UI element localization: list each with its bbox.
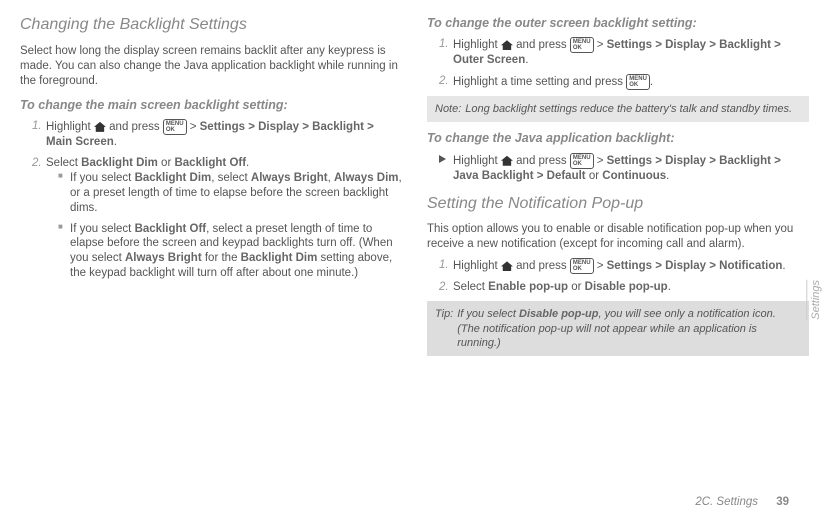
left-column: Changing the Backlight Settings Select h… [20, 15, 402, 362]
tip-label: Tip: [435, 307, 453, 350]
note-box: Note: Long backlight settings reduce the… [427, 96, 809, 122]
section-title-backlight: Changing the Backlight Settings [20, 15, 402, 36]
subsection-java: To change the Java application backlight… [427, 130, 809, 146]
page-footer: 2C. Settings 39 [695, 495, 789, 510]
intro-text: Select how long the display screen remai… [20, 44, 402, 89]
menu-ok-icon: MENUOK [570, 37, 594, 53]
side-tab: Settings [806, 280, 823, 320]
menu-ok-icon: MENUOK [570, 153, 594, 169]
step-2: 2. Select Backlight Dim or Backlight Off… [32, 156, 402, 282]
notif-intro: This option allows you to enable or disa… [427, 222, 809, 252]
substep-a: If you select Backlight Dim, select Alwa… [60, 171, 402, 216]
page-number: 39 [776, 496, 789, 508]
notif-step-1: 1. Highlight and press MENUOK > Settings… [439, 258, 809, 274]
subsection-outer-screen: To change the outer screen backlight set… [427, 15, 809, 31]
step-1: 1. Highlight and press MENUOK > Settings… [32, 119, 402, 150]
right-column: To change the outer screen backlight set… [427, 15, 809, 362]
outer-step-2: 2. Highlight a time setting and press ME… [439, 74, 809, 90]
java-step: Highlight and press MENUOK > Settings > … [427, 153, 809, 184]
note-text: Long backlight settings reduce the batte… [465, 102, 792, 116]
subsection-main-screen: To change the main screen backlight sett… [20, 97, 402, 113]
home-icon [501, 156, 513, 166]
home-icon [501, 40, 513, 50]
notif-step-2: 2. Select Enable pop-up or Disable pop-u… [439, 280, 809, 295]
menu-ok-icon: MENUOK [163, 119, 187, 135]
section-title-notification: Setting the Notification Pop-up [427, 194, 809, 215]
tip-text: If you select Disable pop-up, you will s… [457, 307, 801, 350]
menu-ok-icon: MENUOK [570, 258, 594, 274]
footer-section: 2C. Settings [695, 496, 758, 508]
substep-b: If you select Backlight Off, select a pr… [60, 222, 402, 282]
note-label: Note: [435, 102, 461, 116]
home-icon [501, 261, 513, 271]
tip-box: Tip: If you select Disable pop-up, you w… [427, 301, 809, 356]
triangle-icon [439, 155, 446, 163]
menu-ok-icon: MENUOK [626, 74, 650, 90]
outer-step-1: 1. Highlight and press MENUOK > Settings… [439, 37, 809, 68]
home-icon [94, 122, 106, 132]
